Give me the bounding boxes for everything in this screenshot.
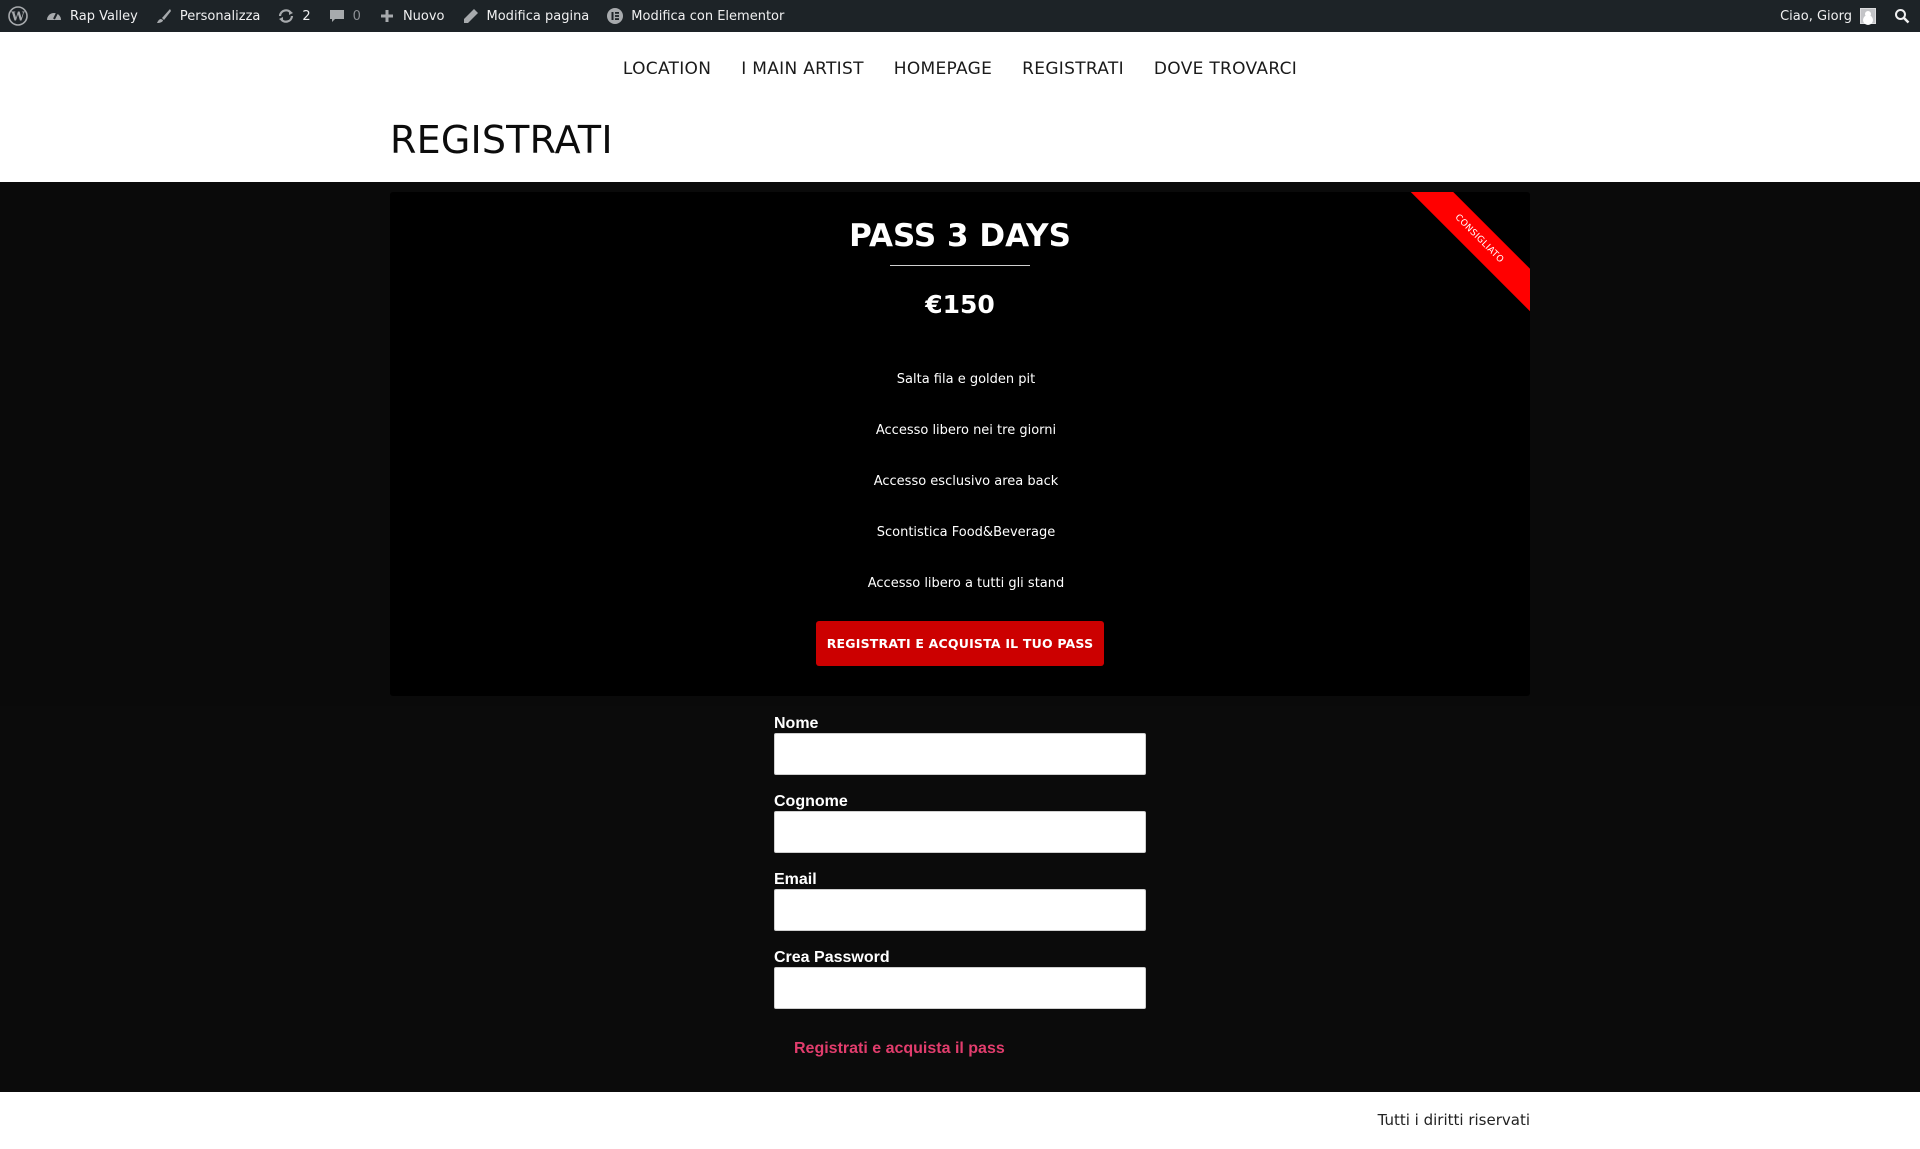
avatar bbox=[1860, 8, 1876, 24]
updates-count: 2 bbox=[302, 8, 311, 24]
page-title: REGISTRATI bbox=[390, 118, 613, 162]
pricing-price: €150 bbox=[925, 290, 995, 319]
nav-item-dove-trovarci[interactable]: DOVE TROVARCI bbox=[1154, 55, 1297, 83]
registration-form: Nome Cognome Email Crea Password bbox=[774, 714, 1146, 1026]
feature-list: Salta fila e golden pit Accesso libero n… bbox=[390, 372, 1530, 627]
wordpress-logo-icon: W bbox=[8, 6, 28, 26]
nav-item-main-artist[interactable]: I MAIN ARTIST bbox=[741, 55, 864, 83]
nav-item-registrati[interactable]: REGISTRATI bbox=[1022, 55, 1124, 83]
paintbrush-icon bbox=[154, 6, 174, 26]
nav-item-location[interactable]: LOCATION bbox=[623, 55, 711, 83]
last-name-label: Cognome bbox=[774, 793, 848, 810]
edit-page-link[interactable]: Modifica pagina bbox=[453, 0, 598, 32]
buy-pass-button[interactable]: REGISTRATI E ACQUISTA IL TUO PASS bbox=[816, 621, 1104, 666]
feature-item: Salta fila e golden pit bbox=[896, 372, 1036, 387]
feature-item: Accesso libero a tutti gli stand bbox=[867, 576, 1065, 591]
search-icon bbox=[1892, 6, 1912, 26]
email-field[interactable] bbox=[774, 889, 1146, 931]
account-menu[interactable]: Ciao, Giorg bbox=[1772, 0, 1884, 32]
edit-elementor-link[interactable]: Modifica con Elementor bbox=[597, 0, 792, 32]
site-name-link[interactable]: Rap Valley bbox=[36, 0, 146, 32]
password-field[interactable] bbox=[774, 967, 1146, 1009]
wordpress-menu[interactable]: W bbox=[0, 0, 36, 32]
register-submit-button[interactable]: Registrati e acquista il pass bbox=[794, 1040, 1005, 1058]
customize-label: Personalizza bbox=[179, 8, 261, 24]
dashboard-gauge-icon bbox=[44, 6, 64, 26]
comments-link[interactable]: 0 bbox=[319, 0, 369, 32]
main-navigation: LOCATION I MAIN ARTIST HOMEPAGE REGISTRA… bbox=[0, 32, 1920, 106]
new-label: Nuovo bbox=[402, 8, 445, 24]
footer-copyright: Tutti i diritti riservati bbox=[1377, 1111, 1530, 1129]
edit-elementor-label: Modifica con Elementor bbox=[631, 8, 785, 24]
feature-item: Scontistica Food&Beverage bbox=[876, 525, 1056, 540]
first-name-field[interactable] bbox=[774, 733, 1146, 775]
title-divider bbox=[890, 265, 1030, 266]
password-label: Crea Password bbox=[774, 949, 890, 966]
comment-bubble-icon bbox=[327, 6, 347, 26]
svg-text:W: W bbox=[10, 10, 25, 24]
pencil-icon bbox=[461, 6, 481, 26]
comments-count: 0 bbox=[352, 8, 361, 24]
feature-item: Accesso libero nei tre giorni bbox=[875, 423, 1057, 438]
updates-link[interactable]: 2 bbox=[268, 0, 318, 32]
email-label: Email bbox=[774, 871, 817, 888]
greeting-label: Ciao, Giorg bbox=[1780, 8, 1852, 24]
pricing-title: PASS 3 DAYS bbox=[849, 218, 1071, 254]
nav-item-homepage[interactable]: HOMEPAGE bbox=[894, 55, 992, 83]
refresh-icon bbox=[276, 6, 296, 26]
new-content-link[interactable]: Nuovo bbox=[369, 0, 453, 32]
last-name-field[interactable] bbox=[774, 811, 1146, 853]
first-name-label: Nome bbox=[774, 715, 819, 732]
search-button[interactable] bbox=[1884, 0, 1920, 32]
pricing-card: CONSIGLIATO PASS 3 DAYS €150 Salta fila … bbox=[390, 192, 1530, 696]
elementor-logo-icon bbox=[605, 6, 625, 26]
customize-link[interactable]: Personalizza bbox=[146, 0, 269, 32]
plus-icon bbox=[377, 6, 397, 26]
feature-item: Accesso esclusivo area back bbox=[873, 474, 1059, 489]
edit-page-label: Modifica pagina bbox=[486, 8, 590, 24]
site-name-label: Rap Valley bbox=[70, 8, 138, 24]
admin-bar: W Rap Valley Personalizza 2 0 Nuovo Modi… bbox=[0, 0, 1920, 32]
